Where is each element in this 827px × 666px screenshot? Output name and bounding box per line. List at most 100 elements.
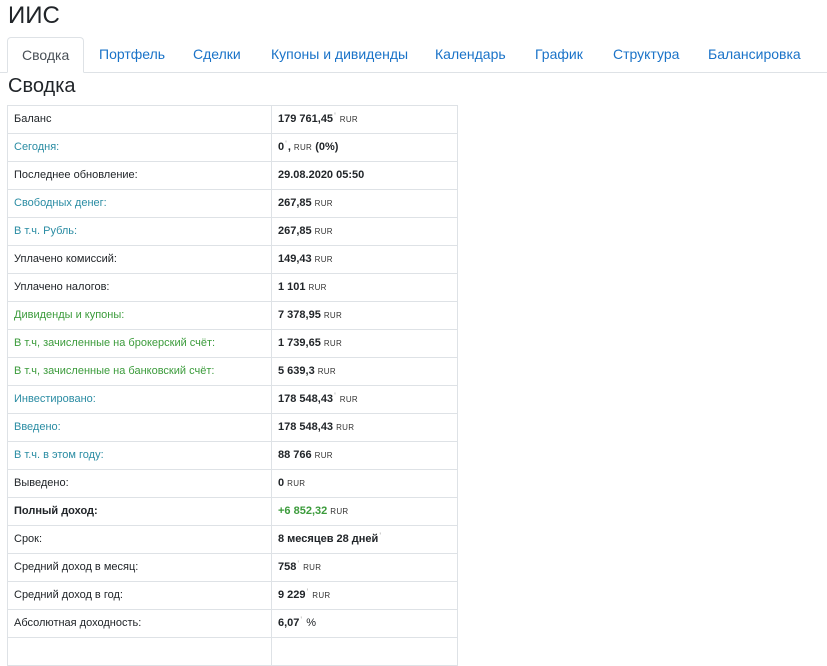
table-row: В т.ч. в этом году: 88 766 RUR <box>7 441 458 470</box>
info-tick-icon: ' <box>285 139 287 149</box>
tab-bar: Сводка Портфель Сделки Купоны и дивиденд… <box>0 37 827 73</box>
row-value: 0', RUR (0%) <box>271 133 458 162</box>
page-title: ИИС <box>8 2 60 29</box>
tab-calendar[interactable]: Календарь <box>435 37 506 73</box>
absolute-yield-value: 6,07 <box>278 617 300 629</box>
withdrawn-value: 0 <box>278 477 285 489</box>
deposited-value: 178 548,43 <box>278 421 334 433</box>
tab-coupons-dividends[interactable]: Купоны и дивиденды <box>271 37 408 73</box>
table-row: Выведено: 0 RUR <box>7 469 458 498</box>
percent-unit: % <box>306 617 316 629</box>
dividends-value: 7 378,95 <box>278 309 321 321</box>
row-label: Введено: <box>7 413 272 442</box>
row-label: Выведено: <box>7 469 272 498</box>
row-value: 9 229' RUR <box>271 581 458 610</box>
table-row: Баланс 179 761,45' RUR <box>7 105 458 134</box>
table-row: Средний доход в год: 9 229' RUR <box>7 581 458 610</box>
currency-unit: RUR <box>314 199 333 208</box>
row-value: 88 766 RUR <box>271 441 458 470</box>
table-row: В т.ч, зачисленные на брокерский счёт: 1… <box>7 329 458 358</box>
table-row: В т.ч. Рубль: 267,85 RUR <box>7 217 458 246</box>
currency-unit: RUR <box>287 479 306 488</box>
currency-unit: RUR <box>323 339 343 348</box>
currency-unit: RUR <box>317 367 336 376</box>
row-label: Сегодня: <box>7 133 272 162</box>
row-value: 8 месяцев 28 дней' <box>271 525 458 554</box>
row-value: 267,85 RUR <box>271 189 458 218</box>
table-row: Уплачено комиссий: 149,43 RUR <box>7 245 458 274</box>
row-value: +6 852,32 RUR <box>271 497 458 526</box>
row-label: В т.ч, зачисленные на брокерский счёт: <box>7 329 272 358</box>
row-value: 179 761,45' RUR <box>271 105 458 134</box>
table-row: Свободных денег: 267,85 RUR <box>7 189 458 218</box>
row-value: 6,07' % <box>271 609 458 638</box>
row-label: Свободных денег: <box>7 189 272 218</box>
row-label: Срок: <box>7 525 272 554</box>
row-value: 7 378,95 RUR <box>271 301 458 330</box>
table-row: Уплачено налогов: 1 101 RUR <box>7 273 458 302</box>
row-label: Абсолютная доходность: <box>7 609 272 638</box>
row-value: 1 101 RUR <box>271 273 458 302</box>
taxes-value: 1 101 <box>278 281 306 293</box>
currency-unit: RUR <box>303 563 322 572</box>
tab-balancing[interactable]: Балансировка <box>708 37 801 73</box>
row-label: Баланс <box>7 105 272 134</box>
row-value: 1 739,65 RUR <box>271 329 458 358</box>
info-tick-icon: ' <box>300 615 303 625</box>
currency-unit: RUR <box>314 227 333 236</box>
row-label: Уплачено комиссий: <box>7 245 272 274</box>
table-row: Введено: 178 548,43 RUR <box>7 413 458 442</box>
currency-unit: RUR <box>336 423 355 432</box>
info-tick-icon: ' <box>334 391 336 401</box>
row-value: 0 RUR <box>271 469 458 498</box>
row-label: Дивиденды и купоны: <box>7 301 272 330</box>
row-value: 178 548,43' RUR <box>271 385 458 414</box>
table-row: Последнее обновление: 29.08.2020 05:50 <box>7 161 458 190</box>
tab-chart[interactable]: График <box>535 37 583 73</box>
currency-unit: RUR <box>314 255 333 264</box>
table-row: Дивиденды и купоны: 7 378,95 RUR <box>7 301 458 330</box>
row-value: 267,85 RUR <box>271 217 458 246</box>
info-tick-icon: ' <box>306 587 309 597</box>
row-value: 5 639,3 RUR <box>271 357 458 386</box>
row-label: В т.ч. Рубль: <box>7 217 272 246</box>
row-label <box>7 637 272 666</box>
row-value: 758' RUR <box>271 553 458 582</box>
table-row: Инвестировано: 178 548,43' RUR <box>7 385 458 414</box>
info-tick-icon: ' <box>379 531 382 541</box>
tab-summary[interactable]: Сводка <box>7 37 85 73</box>
currency-unit: RUR <box>330 507 349 516</box>
currency-unit: RUR <box>293 143 313 152</box>
free-cash-value: 267,85 <box>278 197 312 209</box>
row-value: 149,43 RUR <box>271 245 458 274</box>
table-row: В т.ч, зачисленные на банковский счёт: 5… <box>7 357 458 386</box>
section-title: Сводка <box>8 75 76 97</box>
row-label: Средний доход в год: <box>7 581 272 610</box>
commissions-value: 149,43 <box>278 253 312 265</box>
row-value: 29.08.2020 05:50 <box>271 161 458 190</box>
tab-deals[interactable]: Сделки <box>193 37 241 73</box>
summary-table: Баланс 179 761,45' RUR Сегодня: 0', RUR (0… <box>7 105 458 666</box>
tab-structure[interactable]: Структура <box>613 37 679 73</box>
row-label: Последнее обновление: <box>7 161 272 190</box>
bank-credited-value: 5 639,3 <box>278 365 315 377</box>
today-value: 0 <box>278 141 285 153</box>
today-percent: (0%) <box>315 141 339 153</box>
currency-unit: RUR <box>339 395 359 404</box>
table-row: Полный доход: +6 852,32 RUR <box>7 497 458 526</box>
tab-portfolio[interactable]: Портфель <box>99 37 165 73</box>
info-tick-icon: ' <box>334 111 336 121</box>
row-value: 178 548,43 RUR <box>271 413 458 442</box>
yearly-income-value: 9 229 <box>278 589 306 601</box>
table-row: Срок: 8 месяцев 28 дней' <box>7 525 458 554</box>
row-label: В т.ч, зачисленные на банковский счёт: <box>7 357 272 386</box>
row-label: В т.ч. в этом году: <box>7 441 272 470</box>
currency-unit: RUR <box>323 311 343 320</box>
currency-unit: RUR <box>308 283 327 292</box>
table-row: Сегодня: 0', RUR (0%) <box>7 133 458 162</box>
currency-unit: RUR <box>339 115 359 124</box>
period-value: 8 месяцев 28 дней <box>278 533 379 545</box>
broker-credited-value: 1 739,65 <box>278 337 321 349</box>
currency-unit: RUR <box>314 451 333 460</box>
balance-value: 179 761,45 <box>278 113 334 125</box>
